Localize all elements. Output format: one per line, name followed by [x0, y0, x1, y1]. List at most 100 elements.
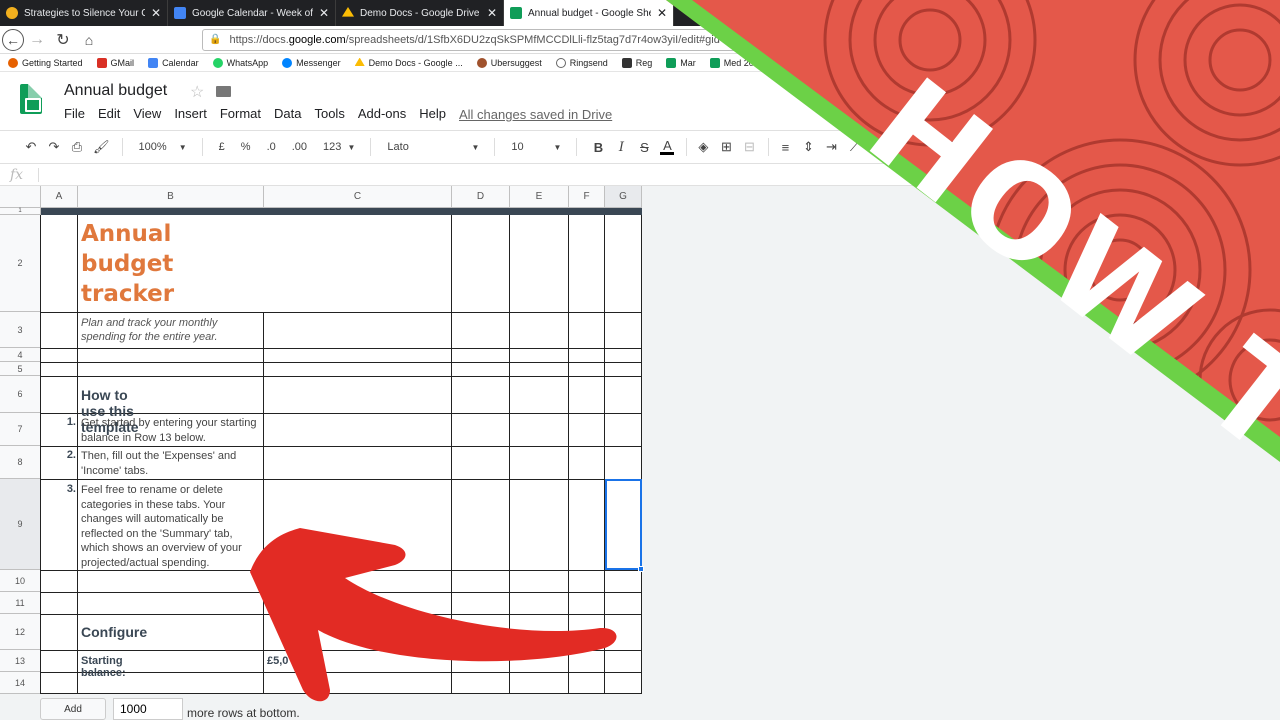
select-all-corner[interactable] — [0, 186, 41, 208]
row-header-4[interactable]: 4 — [0, 348, 41, 362]
address-bar[interactable]: 🔒 https://docs. google.com/spreadsheets/d… — [202, 28, 1102, 51]
menu-edit[interactable]: Edit — [98, 106, 120, 121]
reload-icon[interactable]: ↻ — [50, 27, 76, 53]
close-icon[interactable]: ✕ — [319, 6, 329, 20]
menu-insert[interactable]: Insert — [174, 106, 207, 121]
row-header-10[interactable]: 10 — [0, 570, 41, 592]
menu-help[interactable]: Help — [419, 106, 446, 121]
bookmark-reg[interactable]: Reg — [614, 57, 659, 68]
row-header-13[interactable]: 13 — [0, 650, 41, 672]
menu-view[interactable]: View — [133, 106, 161, 121]
bookmark-label: Demo Docs - Google ... — [368, 57, 463, 68]
row-header-11[interactable]: 11 — [0, 592, 41, 614]
document-title[interactable]: Annual budget — [64, 82, 167, 100]
menu-file[interactable]: File — [64, 106, 85, 121]
starting-balance-value[interactable]: £5,0 — [267, 655, 288, 667]
bookmark-med-2020[interactable]: Med 2020 — [702, 57, 770, 68]
bookmark-demo-docs[interactable]: Demo Docs - Google ... — [347, 57, 469, 68]
back-arrow-icon[interactable]: ← — [2, 28, 24, 51]
tab-title: Strategies to Silence Your Clie — [24, 7, 145, 19]
row-header-6[interactable]: 6 — [0, 376, 41, 413]
text-color-button[interactable]: A — [660, 139, 675, 155]
text-wrapping-icon[interactable]: ⇥ — [824, 139, 838, 155]
save-status-link[interactable]: All changes saved in Drive — [459, 107, 612, 122]
row-header-2[interactable]: 2 — [0, 215, 41, 312]
folder-icon[interactable] — [216, 86, 231, 97]
star-icon[interactable]: ☆ — [190, 82, 204, 102]
column-header-f[interactable]: F — [569, 186, 605, 208]
menu-data[interactable]: Data — [274, 106, 301, 121]
bold-button[interactable]: B — [591, 140, 605, 155]
row-header-9[interactable]: 9 — [0, 479, 41, 570]
row-header-5[interactable]: 5 — [0, 362, 41, 376]
forward-arrow-icon[interactable]: → — [24, 27, 50, 53]
tracker-subtitle[interactable]: Plan and track your monthly spending for… — [81, 316, 261, 344]
bookmark-mar[interactable]: Mar — [658, 57, 702, 68]
rows-count-input[interactable]: 1000 — [113, 698, 183, 720]
column-header-b[interactable]: B — [78, 186, 264, 208]
add-rows-bar: Add 1000 more rows at bottom. — [0, 698, 1280, 720]
undo-icon[interactable]: ↶ — [24, 139, 38, 155]
menu-tools[interactable]: Tools — [314, 106, 344, 121]
column-header-g[interactable]: G — [605, 186, 642, 208]
whatsapp-icon — [212, 57, 223, 68]
browser-tab-strategies[interactable]: Strategies to Silence Your Clie ✕ — [0, 0, 168, 26]
column-header-e[interactable]: E — [510, 186, 569, 208]
fill-color-icon[interactable]: ◈ — [696, 139, 710, 155]
home-icon[interactable]: ⌂ — [76, 27, 102, 53]
bookmark-ubersuggest[interactable]: Ubersuggest — [469, 57, 548, 68]
menu-format[interactable]: Format — [220, 106, 261, 121]
bookmark-messenger[interactable]: Messenger — [274, 57, 347, 68]
row-header-1[interactable]: 1 — [0, 208, 41, 215]
close-icon[interactable]: ✕ — [151, 6, 161, 20]
column-header-a[interactable]: A — [41, 186, 78, 208]
menu-addons[interactable]: Add-ons — [358, 106, 406, 121]
merge-cells-icon[interactable]: ⊟ — [742, 139, 756, 155]
step-text[interactable]: Then, fill out the 'Expenses' and 'Incom… — [81, 449, 261, 478]
close-icon[interactable]: ✕ — [487, 6, 497, 20]
bookmark-calendar[interactable]: Calendar — [140, 57, 205, 68]
more-formats-button[interactable]: 123 — [323, 141, 341, 153]
row-header-8[interactable]: 8 — [0, 446, 41, 479]
bookmark-gmail[interactable]: GMail — [89, 57, 141, 68]
selected-cell-g9[interactable] — [605, 479, 642, 570]
bookmark-whatsapp[interactable]: WhatsApp — [205, 57, 275, 68]
row-header-14[interactable]: 14 — [0, 672, 41, 694]
browser-tab-sheets[interactable]: Annual budget - Google Sheets ✕ — [504, 0, 674, 26]
currency-format-button[interactable]: £ — [219, 141, 225, 153]
row-header-3[interactable]: 3 — [0, 312, 41, 348]
browser-tab-calendar[interactable]: Google Calendar - Week of Feb ✕ — [168, 0, 336, 26]
percent-format-button[interactable]: % — [241, 141, 251, 153]
step-text[interactable]: Feel free to rename or delete categories… — [81, 483, 261, 570]
bookmark-label: Ubersuggest — [490, 57, 542, 68]
strikethrough-button[interactable]: S — [637, 140, 651, 155]
row-header-7[interactable]: 7 — [0, 413, 41, 446]
bookmark-getting-started[interactable]: Getting Started — [0, 57, 89, 68]
sheets-logo-icon[interactable] — [20, 84, 42, 114]
redo-icon[interactable]: ↷ — [47, 139, 61, 155]
horizontal-align-icon[interactable]: ≡ — [778, 140, 792, 155]
borders-icon[interactable]: ⊞ — [719, 139, 733, 155]
column-header-d[interactable]: D — [452, 186, 510, 208]
row-header-12[interactable]: 12 — [0, 614, 41, 650]
add-rows-button[interactable]: Add — [40, 698, 106, 720]
italic-button[interactable]: I — [614, 140, 628, 155]
bookmark-ringsend[interactable]: Ringsend — [548, 57, 614, 68]
zoom-select[interactable]: 100% — [139, 141, 167, 153]
starting-balance-label[interactable]: Starting balance: — [81, 655, 126, 679]
close-icon[interactable]: ✕ — [657, 6, 667, 20]
step-text[interactable]: Get started by entering your starting ba… — [81, 416, 261, 445]
fill-handle[interactable] — [638, 566, 644, 572]
paint-format-icon[interactable]: 🖌 — [93, 139, 110, 155]
decrease-decimal-button[interactable]: .0 — [267, 141, 276, 153]
configure-heading[interactable]: Configure — [81, 624, 147, 640]
browser-tab-drive[interactable]: Demo Docs - Google Drive ✕ — [336, 0, 504, 26]
vertical-align-icon[interactable]: ⇕ — [801, 139, 815, 155]
font-select[interactable]: Lato — [387, 141, 459, 153]
tracker-title[interactable]: Annual budget tracker — [81, 219, 261, 309]
font-size-select[interactable]: 10 — [511, 141, 541, 153]
increase-decimal-button[interactable]: .00 — [292, 141, 307, 153]
print-icon[interactable]: ⎙ — [70, 139, 84, 155]
gridline — [41, 348, 642, 349]
column-header-c[interactable]: C — [264, 186, 452, 208]
